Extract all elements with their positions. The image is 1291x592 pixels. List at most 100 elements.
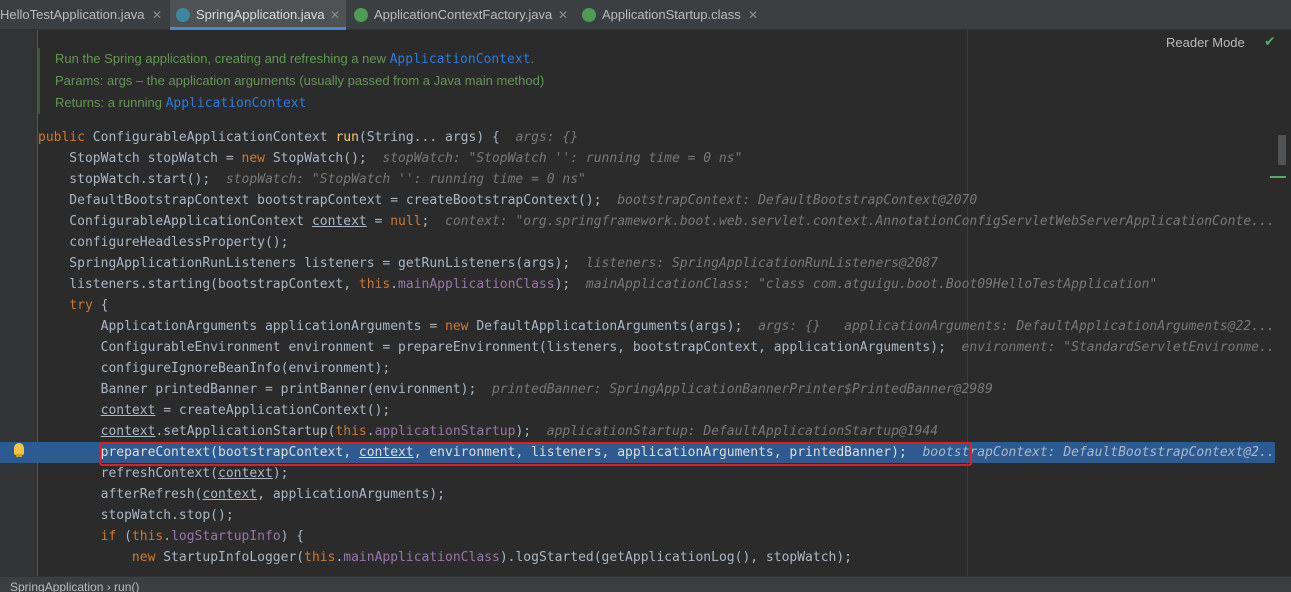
doc-text: Run the Spring application, creating and… bbox=[55, 51, 390, 66]
token-field: logStartupInfo bbox=[171, 529, 281, 544]
token-keyword: this bbox=[131, 529, 164, 544]
token: . bbox=[163, 529, 172, 544]
inline-debug-value: printedBanner: SpringApplicationBannerPr… bbox=[491, 382, 993, 397]
code-line[interactable]: afterRefresh(context, applicationArgumen… bbox=[38, 484, 445, 505]
tab-label: ApplicationStartup.class bbox=[602, 7, 741, 22]
token: (String... args) { bbox=[358, 130, 516, 145]
token: ).logStarted(getApplicationLog(), stopWa… bbox=[499, 550, 853, 565]
code-line[interactable]: ApplicationArguments applicationArgument… bbox=[38, 316, 1275, 337]
token-keyword: public bbox=[38, 130, 93, 145]
inline-debug-value: bootstrapContext: DefaultBootstrapContex… bbox=[617, 193, 978, 208]
token: StartupInfoLogger( bbox=[163, 550, 305, 565]
token: Banner printedBanner = printBanner(envir… bbox=[38, 382, 492, 397]
token: = createApplicationContext(); bbox=[155, 403, 391, 418]
code-line[interactable]: configureHeadlessProperty(); bbox=[38, 232, 288, 253]
token: DefaultBootstrapContext bootstrapContext… bbox=[38, 193, 618, 208]
breadcrumb[interactable]: SpringApplication › run() bbox=[0, 580, 139, 592]
editor-gutter[interactable] bbox=[0, 30, 38, 576]
code-line[interactable]: context = createApplicationContext(); bbox=[38, 400, 391, 421]
scroll-marker bbox=[1270, 176, 1286, 178]
token: ); bbox=[515, 424, 547, 439]
code-line[interactable]: new StartupInfoLogger(this.mainApplicati… bbox=[38, 547, 852, 568]
code-line[interactable]: if (this.logStartupInfo) { bbox=[38, 526, 305, 547]
token: refreshContext( bbox=[38, 466, 219, 481]
code-line[interactable]: StopWatch stopWatch = new StopWatch(); s… bbox=[38, 148, 742, 169]
inline-debug-value: context: "org.springframework.boot.web.s… bbox=[445, 214, 1275, 229]
inline-debug-value: stopWatch: "StopWatch '': running time =… bbox=[382, 151, 743, 166]
token-field: mainApplicationClass bbox=[343, 550, 500, 565]
token: stopWatch.start(); bbox=[38, 172, 226, 187]
doc-text: Returns: a running bbox=[55, 95, 166, 110]
code-line[interactable]: listeners.starting(bootstrapContext, thi… bbox=[38, 274, 1157, 295]
doc-link[interactable]: ApplicationContext bbox=[390, 52, 531, 67]
token-field: mainApplicationClass bbox=[398, 277, 555, 292]
scrollbar-thumb[interactable] bbox=[1278, 135, 1286, 165]
token-field: applicationStartup bbox=[374, 424, 516, 439]
doc-text: . bbox=[530, 51, 535, 66]
code-line[interactable]: stopWatch.stop(); bbox=[38, 505, 234, 526]
code-line[interactable]: stopWatch.start(); stopWatch: "StopWatch… bbox=[38, 169, 586, 190]
code-line[interactable]: Banner printedBanner = printBanner(envir… bbox=[38, 379, 993, 400]
tab-label: SpringApplication.java bbox=[196, 7, 325, 22]
doc-link[interactable]: ApplicationContext bbox=[166, 96, 307, 111]
code-line[interactable]: try { bbox=[38, 295, 108, 316]
token-keyword: new bbox=[241, 151, 273, 166]
code-line[interactable]: configureIgnoreBeanInfo(environment); bbox=[38, 358, 391, 379]
inline-debug-value: mainApplicationClass: "class com.atguigu… bbox=[585, 277, 1158, 292]
code-line[interactable]: context.setApplicationStartup(this.appli… bbox=[38, 421, 939, 442]
code-line[interactable]: ConfigurableEnvironment environment = pr… bbox=[38, 337, 1283, 358]
token: ); bbox=[272, 466, 289, 481]
token: ApplicationArguments applicationArgument… bbox=[38, 319, 445, 334]
inline-debug-value: applicationStartup: DefaultApplicationSt… bbox=[546, 424, 939, 439]
token: = bbox=[366, 214, 391, 229]
token: ConfigurableApplicationContext bbox=[38, 214, 312, 229]
close-icon[interactable]: ✕ bbox=[558, 0, 568, 30]
token: configureIgnoreBeanInfo(environment); bbox=[38, 361, 391, 376]
vertical-scrollbar[interactable] bbox=[1275, 30, 1291, 576]
doc-line: Returns: a running ApplicationContext bbox=[38, 92, 1268, 114]
code-line[interactable]: public ConfigurableApplicationContext ru… bbox=[38, 127, 578, 148]
token: ( bbox=[116, 529, 132, 544]
inline-debug-value: bootstrapContext: DefaultBootstrapContex… bbox=[922, 445, 1283, 460]
token-keyword: if bbox=[38, 529, 117, 544]
tab-applicationstartup[interactable]: ApplicationStartup.class ✕ bbox=[576, 0, 764, 30]
doc-line: Params: args – the application arguments… bbox=[38, 70, 1268, 92]
inline-debug-value: listeners: SpringApplicationRunListeners… bbox=[585, 256, 939, 271]
inline-debug-value: args: {} applicationArguments: DefaultAp… bbox=[758, 319, 1275, 334]
token: ConfigurableEnvironment environment = pr… bbox=[38, 340, 962, 355]
tab-label: HelloTestApplication.java bbox=[0, 7, 145, 22]
rendered-javadoc: Run the Spring application, creating and… bbox=[38, 48, 1268, 114]
token-keyword: this bbox=[304, 550, 336, 565]
token: , applicationArguments); bbox=[257, 487, 446, 502]
token: stopWatch.stop(); bbox=[38, 508, 234, 523]
inline-debug-value: stopWatch: "StopWatch '': running time =… bbox=[225, 172, 586, 187]
token-keyword: try bbox=[38, 298, 93, 313]
token: StopWatch stopWatch = bbox=[38, 151, 242, 166]
token: ConfigurableApplicationContext bbox=[92, 130, 336, 145]
code-line[interactable]: ConfigurableApplicationContext context =… bbox=[38, 211, 1275, 232]
close-icon[interactable]: ✕ bbox=[152, 0, 162, 30]
token: StopWatch(); bbox=[272, 151, 383, 166]
interface-file-icon bbox=[582, 8, 596, 22]
highlight-annotation-box bbox=[99, 442, 972, 466]
inline-debug-value: args: {} bbox=[515, 130, 579, 145]
token-keyword: new bbox=[445, 319, 477, 334]
tab-hellotestapplication[interactable]: HelloTestApplication.java ✕ bbox=[0, 0, 168, 30]
token-variable: context bbox=[218, 466, 273, 481]
token: { bbox=[92, 298, 109, 313]
close-icon[interactable]: ✕ bbox=[748, 0, 758, 30]
token: listeners.starting(bootstrapContext, bbox=[38, 277, 359, 292]
tab-springapplication[interactable]: SpringApplication.java ✕ bbox=[170, 0, 346, 30]
token-variable: context bbox=[100, 403, 156, 418]
close-icon[interactable]: ✕ bbox=[330, 0, 340, 30]
code-line[interactable]: SpringApplicationRunListeners listeners … bbox=[38, 253, 938, 274]
code-line[interactable]: DefaultBootstrapContext bootstrapContext… bbox=[38, 190, 977, 211]
breadcrumb-bar: SpringApplication › run() bbox=[0, 576, 1291, 592]
interface-file-icon bbox=[354, 8, 368, 22]
token: . bbox=[366, 424, 375, 439]
token: afterRefresh( bbox=[38, 487, 203, 502]
lightbulb-base bbox=[16, 454, 22, 457]
token-keyword: this bbox=[358, 277, 391, 292]
tab-applicationcontextfactory[interactable]: ApplicationContextFactory.java ✕ bbox=[348, 0, 574, 30]
code-line[interactable]: refreshContext(context); bbox=[38, 463, 289, 484]
